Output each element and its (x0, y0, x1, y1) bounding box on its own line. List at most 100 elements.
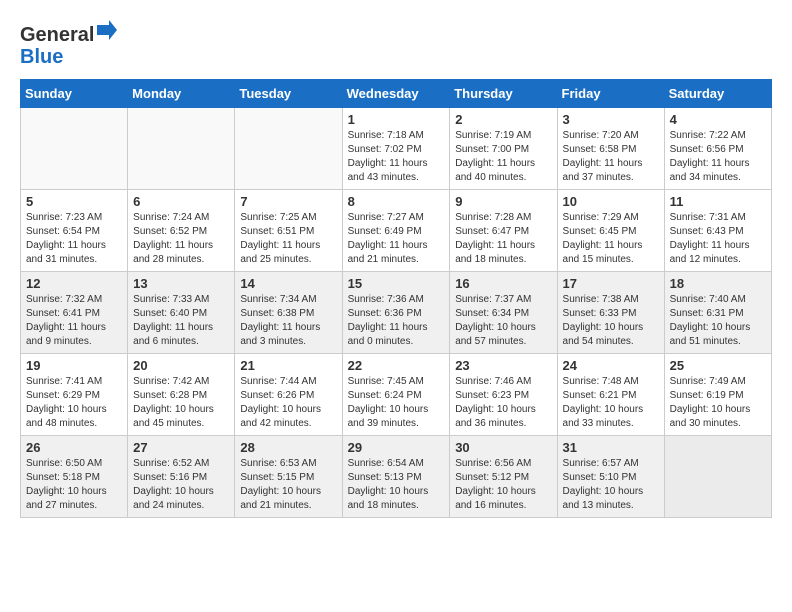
calendar-cell: 1 Sunrise: 7:18 AM Sunset: 7:02 PM Daylig… (342, 108, 450, 190)
day-info: Sunrise: 7:28 AM Sunset: 6:47 PM Dayligh… (455, 211, 551, 267)
page-header: General Blue (20, 20, 772, 69)
calendar-cell: 10Sunrise: 7:29 AM Sunset: 6:45 PM Dayli… (557, 190, 664, 272)
day-number: 22 (348, 358, 445, 373)
calendar-cell: 7 Sunrise: 7:25 AM Sunset: 6:51 PM Daylig… (235, 190, 342, 272)
day-info: Sunrise: 6:53 AM Sunset: 5:15 PM Dayligh… (240, 457, 336, 513)
day-info: Sunrise: 6:54 AM Sunset: 5:13 PM Dayligh… (348, 457, 445, 513)
day-number: 18 (670, 276, 766, 291)
day-info: Sunrise: 7:37 AM Sunset: 6:34 PM Dayligh… (455, 293, 551, 349)
calendar-cell: 14 Sunrise: 7:34 AM Sunset: 6:38 PM Dayli… (235, 272, 342, 354)
day-info: Sunrise: 7:44 AM Sunset: 6:26 PM Dayligh… (240, 375, 336, 431)
day-info: Sunrise: 7:29 AM Sunset: 6:45 PM Dayligh… (563, 211, 659, 267)
calendar-cell: 22 Sunrise: 7:45 AM Sunset: 6:24 PM Dayli… (342, 354, 450, 436)
day-number: 1 (348, 112, 445, 127)
calendar-cell: 12 Sunrise: 7:32 AM Sunset: 6:41 PM Dayli… (21, 272, 128, 354)
calendar-header-row: SundayMondayTuesdayWednesdayThursdayFrid… (21, 80, 772, 108)
day-info: Sunrise: 7:40 AM Sunset: 6:31 PM Dayligh… (670, 293, 766, 349)
calendar-cell: 28 Sunrise: 6:53 AM Sunset: 5:15 PM Dayli… (235, 436, 342, 518)
day-info: Sunrise: 7:36 AM Sunset: 6:36 PM Dayligh… (348, 293, 445, 349)
day-number: 20 (133, 358, 229, 373)
calendar-cell: 8Sunrise: 7:27 AM Sunset: 6:49 PM Daylig… (342, 190, 450, 272)
day-info: Sunrise: 6:50 AM Sunset: 5:18 PM Dayligh… (26, 457, 122, 513)
day-info: Sunrise: 7:23 AM Sunset: 6:54 PM Dayligh… (26, 211, 122, 267)
calendar-cell: 20 Sunrise: 7:42 AM Sunset: 6:28 PM Dayli… (128, 354, 235, 436)
day-header-thursday: Thursday (450, 80, 557, 108)
day-info: Sunrise: 7:38 AM Sunset: 6:33 PM Dayligh… (563, 293, 659, 349)
logo-arrow-icon (97, 20, 117, 50)
day-header-saturday: Saturday (664, 80, 771, 108)
logo-blue: Blue (20, 46, 63, 69)
day-number: 4 (670, 112, 766, 127)
day-number: 23 (455, 358, 551, 373)
day-info: Sunrise: 7:34 AM Sunset: 6:38 PM Dayligh… (240, 293, 336, 349)
calendar-cell: 2 Sunrise: 7:19 AM Sunset: 7:00 PM Daylig… (450, 108, 557, 190)
day-info: Sunrise: 7:33 AM Sunset: 6:40 PM Dayligh… (133, 293, 229, 349)
day-info: Sunrise: 7:42 AM Sunset: 6:28 PM Dayligh… (133, 375, 229, 431)
day-number: 21 (240, 358, 336, 373)
calendar-cell: 24Sunrise: 7:48 AM Sunset: 6:21 PM Dayli… (557, 354, 664, 436)
day-number: 12 (26, 276, 122, 291)
calendar-cell: 21 Sunrise: 7:44 AM Sunset: 6:26 PM Dayli… (235, 354, 342, 436)
day-info: Sunrise: 7:27 AM Sunset: 6:49 PM Dayligh… (348, 211, 445, 267)
day-header-monday: Monday (128, 80, 235, 108)
day-header-wednesday: Wednesday (342, 80, 450, 108)
day-number: 28 (240, 440, 336, 455)
calendar-cell: 23 Sunrise: 7:46 AM Sunset: 6:23 PM Dayli… (450, 354, 557, 436)
calendar-cell: 6Sunrise: 7:24 AM Sunset: 6:52 PM Daylig… (128, 190, 235, 272)
calendar-cell: 11 Sunrise: 7:31 AM Sunset: 6:43 PM Dayli… (664, 190, 771, 272)
calendar-cell: 19 Sunrise: 7:41 AM Sunset: 6:29 PM Dayli… (21, 354, 128, 436)
day-info: Sunrise: 7:19 AM Sunset: 7:00 PM Dayligh… (455, 129, 551, 185)
day-number: 13 (133, 276, 229, 291)
day-info: Sunrise: 7:41 AM Sunset: 6:29 PM Dayligh… (26, 375, 122, 431)
calendar-cell: 29 Sunrise: 6:54 AM Sunset: 5:13 PM Dayli… (342, 436, 450, 518)
calendar-week-3: 12 Sunrise: 7:32 AM Sunset: 6:41 PM Dayli… (21, 272, 772, 354)
day-info: Sunrise: 7:20 AM Sunset: 6:58 PM Dayligh… (563, 129, 659, 185)
day-number: 11 (670, 194, 766, 209)
calendar-cell (664, 436, 771, 518)
calendar-week-2: 5Sunrise: 7:23 AM Sunset: 6:54 PM Daylig… (21, 190, 772, 272)
day-number: 6 (133, 194, 229, 209)
day-header-friday: Friday (557, 80, 664, 108)
logo: General Blue (20, 20, 117, 69)
calendar-cell (128, 108, 235, 190)
calendar-cell: 9 Sunrise: 7:28 AM Sunset: 6:47 PM Daylig… (450, 190, 557, 272)
day-number: 31 (563, 440, 659, 455)
day-info: Sunrise: 6:56 AM Sunset: 5:12 PM Dayligh… (455, 457, 551, 513)
day-number: 2 (455, 112, 551, 127)
day-number: 7 (240, 194, 336, 209)
day-info: Sunrise: 7:22 AM Sunset: 6:56 PM Dayligh… (670, 129, 766, 185)
day-number: 25 (670, 358, 766, 373)
calendar-cell: 17 Sunrise: 7:38 AM Sunset: 6:33 PM Dayli… (557, 272, 664, 354)
calendar-table: SundayMondayTuesdayWednesdayThursdayFrid… (20, 79, 772, 518)
day-number: 26 (26, 440, 122, 455)
calendar-cell: 4 Sunrise: 7:22 AM Sunset: 6:56 PM Daylig… (664, 108, 771, 190)
calendar-cell: 25 Sunrise: 7:49 AM Sunset: 6:19 PM Dayli… (664, 354, 771, 436)
day-info: Sunrise: 6:57 AM Sunset: 5:10 PM Dayligh… (563, 457, 659, 513)
day-number: 9 (455, 194, 551, 209)
day-number: 19 (26, 358, 122, 373)
calendar-cell: 16Sunrise: 7:37 AM Sunset: 6:34 PM Dayli… (450, 272, 557, 354)
day-info: Sunrise: 7:46 AM Sunset: 6:23 PM Dayligh… (455, 375, 551, 431)
day-number: 3 (563, 112, 659, 127)
calendar-cell (21, 108, 128, 190)
day-info: Sunrise: 7:25 AM Sunset: 6:51 PM Dayligh… (240, 211, 336, 267)
day-info: Sunrise: 7:49 AM Sunset: 6:19 PM Dayligh… (670, 375, 766, 431)
calendar-cell: 3 Sunrise: 7:20 AM Sunset: 6:58 PM Daylig… (557, 108, 664, 190)
day-number: 14 (240, 276, 336, 291)
day-number: 29 (348, 440, 445, 455)
day-info: Sunrise: 7:48 AM Sunset: 6:21 PM Dayligh… (563, 375, 659, 431)
day-number: 15 (348, 276, 445, 291)
calendar-cell: 15 Sunrise: 7:36 AM Sunset: 6:36 PM Dayli… (342, 272, 450, 354)
calendar-cell: 5Sunrise: 7:23 AM Sunset: 6:54 PM Daylig… (21, 190, 128, 272)
day-header-tuesday: Tuesday (235, 80, 342, 108)
day-number: 17 (563, 276, 659, 291)
calendar-cell: 27Sunrise: 6:52 AM Sunset: 5:16 PM Dayli… (128, 436, 235, 518)
day-info: Sunrise: 7:31 AM Sunset: 6:43 PM Dayligh… (670, 211, 766, 267)
calendar-week-4: 19 Sunrise: 7:41 AM Sunset: 6:29 PM Dayli… (21, 354, 772, 436)
calendar-cell: 13 Sunrise: 7:33 AM Sunset: 6:40 PM Dayli… (128, 272, 235, 354)
day-info: Sunrise: 7:18 AM Sunset: 7:02 PM Dayligh… (348, 129, 445, 185)
calendar-cell: 30Sunrise: 6:56 AM Sunset: 5:12 PM Dayli… (450, 436, 557, 518)
day-info: Sunrise: 7:32 AM Sunset: 6:41 PM Dayligh… (26, 293, 122, 349)
day-info: Sunrise: 7:45 AM Sunset: 6:24 PM Dayligh… (348, 375, 445, 431)
calendar-week-5: 26 Sunrise: 6:50 AM Sunset: 5:18 PM Dayli… (21, 436, 772, 518)
